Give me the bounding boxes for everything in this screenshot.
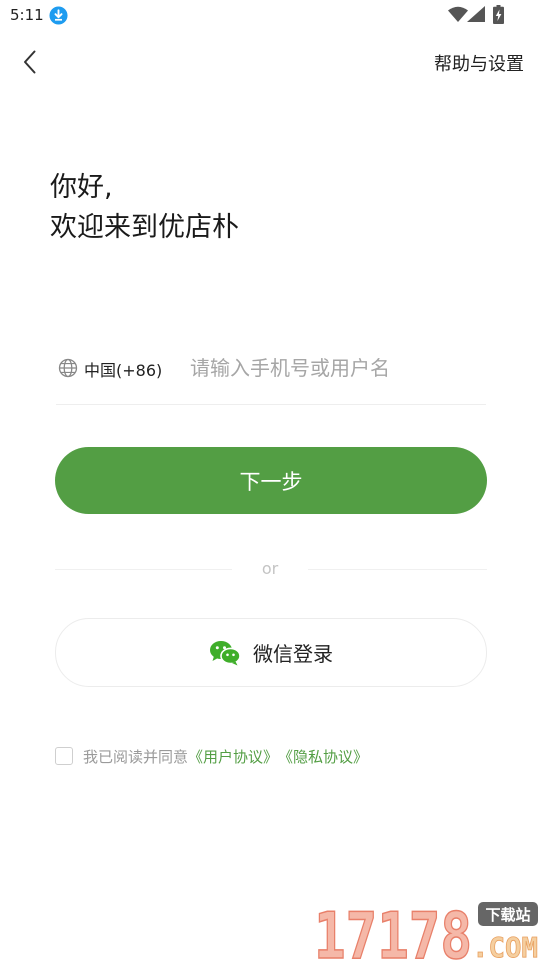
wechat-login-label: 微信登录 [253, 642, 333, 666]
signal-icon [467, 6, 485, 22]
watermark-tag: 下载站 [485, 906, 530, 924]
watermark-number: 17178 [314, 900, 472, 960]
site-watermark-logo: 17178 下载站 .COM [313, 899, 538, 960]
phone-username-input[interactable] [190, 348, 480, 388]
greeting: 你好, 欢迎来到优店朴 [50, 168, 239, 248]
agreement-checkbox[interactable] [55, 747, 73, 765]
globe-icon [58, 358, 78, 378]
next-step-button[interactable]: 下一步 [55, 447, 487, 514]
wifi-icon [448, 6, 468, 22]
wechat-login-button[interactable]: 微信登录 [55, 618, 487, 687]
status-bar: 5:11 [0, 0, 540, 32]
help-settings-link[interactable]: 帮助与设置 [434, 50, 524, 76]
agreement-text: 我已阅读并同意 [83, 747, 189, 766]
user-agreement-link[interactable]: 《用户协议》 [188, 746, 278, 767]
wechat-icon [210, 640, 241, 665]
back-button[interactable] [16, 47, 46, 77]
divider-line-left [55, 569, 232, 570]
greeting-line-2: 欢迎来到优店朴 [50, 212, 239, 243]
divider-line-right [308, 569, 487, 570]
agreement-row: 我已阅读并同意 《用户协议》 《隐私协议》 [55, 745, 368, 767]
or-divider-text: or [261, 559, 279, 578]
privacy-agreement-link[interactable]: 《隐私协议》 [278, 746, 368, 767]
greeting-line-1: 你好, [50, 172, 113, 203]
download-notification-icon [49, 6, 68, 25]
status-time: 5:11 [10, 6, 44, 24]
battery-charging-icon [493, 5, 504, 24]
watermark-suffix: .COM [472, 931, 538, 960]
country-code-selector[interactable]: 中国(+86) [84, 357, 162, 381]
phone-input-row: 中国(+86) [56, 346, 486, 405]
